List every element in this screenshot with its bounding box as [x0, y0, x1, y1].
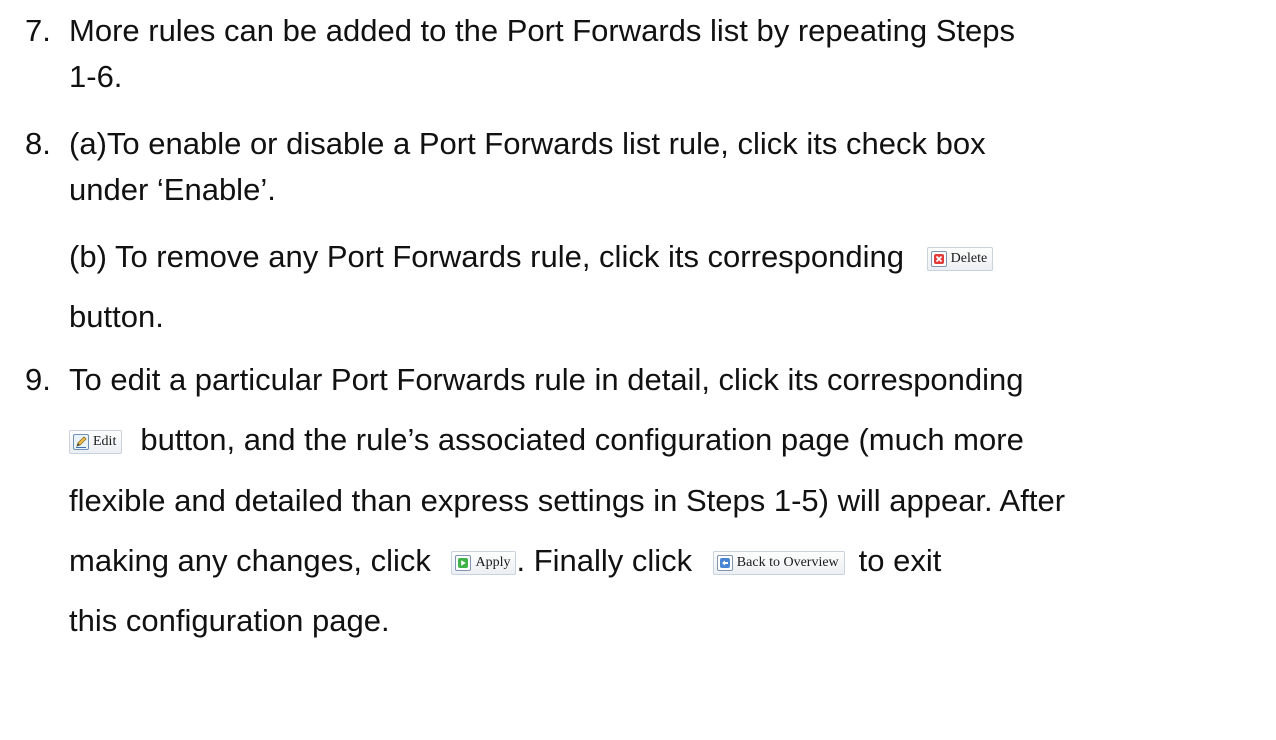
apply-button-label: Apply: [475, 554, 511, 570]
step-text: More rules can be added to the Port Forw…: [69, 13, 1015, 48]
step-text: flexible and detailed than express setti…: [69, 483, 1066, 518]
step-text: 1-6.: [69, 59, 123, 94]
delete-button-label: Delete: [950, 250, 988, 266]
edit-button[interactable]: Edit: [69, 429, 123, 454]
delete-button[interactable]: Delete: [926, 246, 994, 271]
step-text: To edit a particular Port Forwards rule …: [69, 362, 1024, 397]
step-text: this configuration page.: [69, 603, 390, 638]
step-text: to exit: [858, 543, 942, 578]
back-to-overview-button[interactable]: Back to Overview: [712, 550, 845, 575]
apply-button[interactable]: Apply: [451, 550, 517, 575]
step-number: 7.: [25, 13, 51, 48]
step-number: 8.: [25, 126, 51, 161]
edit-pencil-icon: [73, 433, 89, 450]
back-to-overview-button-label: Back to Overview: [736, 554, 839, 570]
step-number: 9.: [25, 362, 51, 397]
back-arrow-icon: [716, 554, 733, 571]
step-text: making any changes, click: [69, 543, 431, 578]
delete-x-icon: [930, 250, 947, 267]
step-text: under ‘Enable’.: [69, 172, 276, 207]
step-text: button.: [69, 299, 164, 334]
edit-button-label: Edit: [93, 433, 117, 449]
step-text: (b) To remove any Port Forwards rule, cl…: [69, 239, 905, 274]
step-text: . Finally click: [516, 543, 693, 578]
apply-play-icon: [455, 554, 472, 571]
step-text: (a)To enable or disable a Port Forwards …: [69, 126, 986, 161]
step-text: button, and the rule’s associated config…: [140, 422, 1024, 457]
